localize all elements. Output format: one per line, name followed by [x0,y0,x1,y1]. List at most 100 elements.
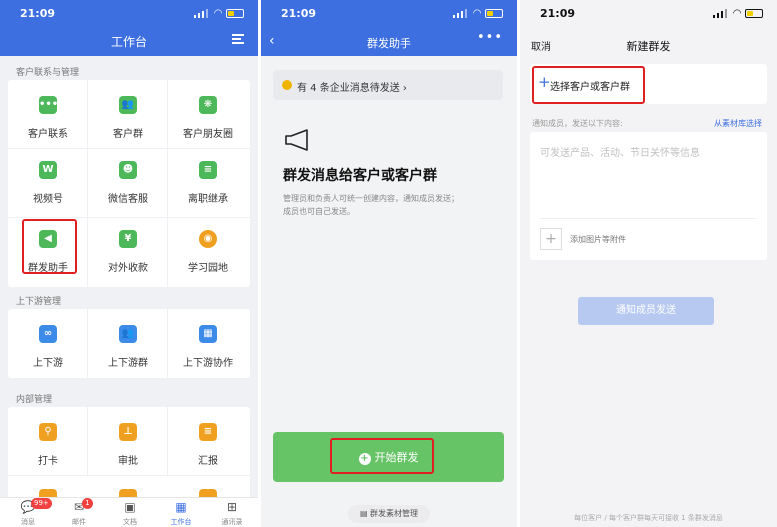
message-placeholder: 可发送产品、活动、节日关怀等信息 [540,148,700,159]
more-icon[interactable]: ••• [477,30,503,45]
doc-icon: ▣ [124,500,136,514]
new-mass-send-header: 21:09 ◠ 取消 新建群发 [520,0,777,56]
daily-limit-note: 每位客户 / 每个客户群每天可接收 1 条群发消息 [574,514,723,522]
status-bar: 21:09 ◠ [0,7,258,21]
planet-icon: ◉ [199,230,217,248]
workbench-header: 21:09 ◠ 工作台 [0,0,258,56]
wifi-icon: ◠ [473,8,481,19]
grid-item-label: 学习园地 [188,263,228,274]
unread-badge: 1 [82,498,93,509]
notify-members-send-button[interactable]: 通知成员发送 [578,297,714,325]
signal-icon [453,9,467,18]
add-attachment-label: 添加图片等附件 [570,235,626,244]
location-icon: ⚲ [39,423,57,441]
grid-item-wechat-service[interactable]: ☻ 微信客服 [88,149,168,218]
pending-notice-text: 有 4 条企业消息待发送 › [297,83,407,94]
upstream-downstream-card: ∞ 上下游 👥 上下游群 ▦ 上下游协作 [8,309,250,378]
tab-label: 邮件 [72,518,86,526]
payment-icon: ¥ [119,230,137,248]
assistant-heading: 群发消息给客户或客户群 [283,168,437,184]
service-icon: ☻ [119,161,137,179]
tab-mail[interactable]: ✉ 邮件 1 [54,498,104,527]
grid-item-label: 汇报 [198,456,218,467]
tab-docs[interactable]: ▣ 文档 [105,500,155,527]
status-time: 21:09 [20,7,56,20]
grid-item-label: 视频号 [33,194,63,205]
grid-item-resign-inherit[interactable]: ≡ 离职继承 [168,149,250,218]
message-editor[interactable]: 可发送产品、活动、节日关怀等信息 + 添加图片等附件 [530,132,767,260]
workbench-screen: 21:09 ◠ 工作台 客户联系与管理 ••• 客户联系 👥 客户群 ❋ 客户朋… [0,0,258,527]
group-icon: 👥 [119,96,137,114]
bottom-tab-bar: 💬 消息 99+ ✉ 邮件 1 ▣ 文档 ▦ 工作台 ⊞ 通讯录 [0,497,258,527]
select-from-library-link[interactable]: 从素材库选择 [714,118,762,129]
grid-item-upstream[interactable]: ∞ 上下游 [8,309,88,378]
assistant-description: 管理员和负责人可统一创建内容，通知成员发送； 成员也可自己发送。 [283,192,503,218]
battery-icon [745,9,763,18]
pending-notice[interactable]: 有 4 条企业消息待发送 › [273,70,503,100]
grid-item-label: 上下游协作 [183,358,233,369]
divider [540,218,757,219]
grid-item-label: 对外收款 [108,263,148,274]
highlight-box [330,438,434,474]
tab-label: 文档 [123,518,137,526]
workbench-icon: ▦ [175,500,187,514]
grid-item-label: 审批 [118,456,138,467]
highlight-box [22,219,77,274]
battery-icon [226,9,244,18]
grid-item-upstream-group[interactable]: 👥 上下游群 [88,309,168,378]
assistant-header: 21:09 ◠ ‹ 群发助手 ••• [261,0,517,56]
material-management-button[interactable]: ▤ 群发素材管理 [348,505,430,523]
grid-item-learning[interactable]: ◉ 学习园地 [168,218,250,287]
document-icon: ≡ [199,161,217,179]
signal-icon [194,9,208,18]
grid-item-video-channel[interactable]: W 视频号 [8,149,88,218]
grid-item-label: 上下游 [33,358,63,369]
grid-item-report[interactable]: ≡ 汇报 [168,407,250,476]
highlight-box [532,66,645,104]
battery-icon [485,9,503,18]
section-title: 内部管理 [16,395,53,405]
contacts-icon: ⊞ [226,500,238,514]
tab-contacts[interactable]: ⊞ 通讯录 [207,500,257,527]
wifi-icon: ◠ [214,8,222,19]
clock-icon [282,80,292,90]
grid-item-approval[interactable]: ⊥ 审批 [88,407,168,476]
status-bar: 21:09 ◠ [520,7,777,21]
status-bar: 21:09 ◠ [261,7,517,21]
grid-item-moments[interactable]: ❋ 客户朋友圈 [168,80,250,149]
grid-item-label: 离职继承 [188,194,228,205]
status-time: 21:09 [281,7,317,20]
grid-item-label: 客户朋友圈 [183,129,233,140]
unread-badge: 99+ [31,498,52,509]
page-title: 工作台 [110,35,147,49]
status-time: 21:09 [540,7,576,20]
grid-item-customer-contact[interactable]: ••• 客户联系 [8,80,88,149]
link-icon: ∞ [39,325,57,343]
chat-bubble-icon: ••• [39,96,58,114]
description-line: 管理员和负责人可统一创建内容，通知成员发送； [283,194,459,203]
section-title: 上下游管理 [16,297,62,307]
grid-item-upstream-collab[interactable]: ▦ 上下游协作 [168,309,250,378]
new-mass-send-screen: 21:09 ◠ 取消 新建群发 + 选择客户或客户群 通知成员，发送以下内容: … [520,0,777,527]
grid-item-external-payment[interactable]: ¥ 对外收款 [88,218,168,287]
tab-label: 消息 [21,518,35,526]
settings-icon[interactable] [232,33,244,45]
tab-label: 工作台 [170,518,192,526]
notify-members-label: 通知成员，发送以下内容: [532,119,623,128]
tab-label: 通讯录 [221,518,243,526]
grid-item-label: 客户群 [113,129,143,140]
tab-workbench[interactable]: ▦ 工作台 [156,500,206,527]
mass-send-assistant-screen: 21:09 ◠ ‹ 群发助手 ••• 有 4 条企业消息待发送 › 群发消息给客… [261,0,517,527]
group-icon: 👥 [119,325,137,343]
grid-item-customer-group[interactable]: 👥 客户群 [88,80,168,149]
description-line: 成员也可自己发送。 [283,207,355,216]
wifi-icon: ◠ [733,8,741,19]
grid-item-checkin[interactable]: ⚲ 打卡 [8,407,88,476]
tab-messages[interactable]: 💬 消息 99+ [3,498,53,527]
section-title: 客户联系与管理 [16,68,80,78]
report-icon: ≡ [199,423,217,441]
add-attachment-button[interactable]: + [540,228,562,250]
grid-item-label: 打卡 [38,456,58,467]
video-channel-icon: W [39,161,57,179]
grid-item-label: 客户联系 [28,129,68,140]
